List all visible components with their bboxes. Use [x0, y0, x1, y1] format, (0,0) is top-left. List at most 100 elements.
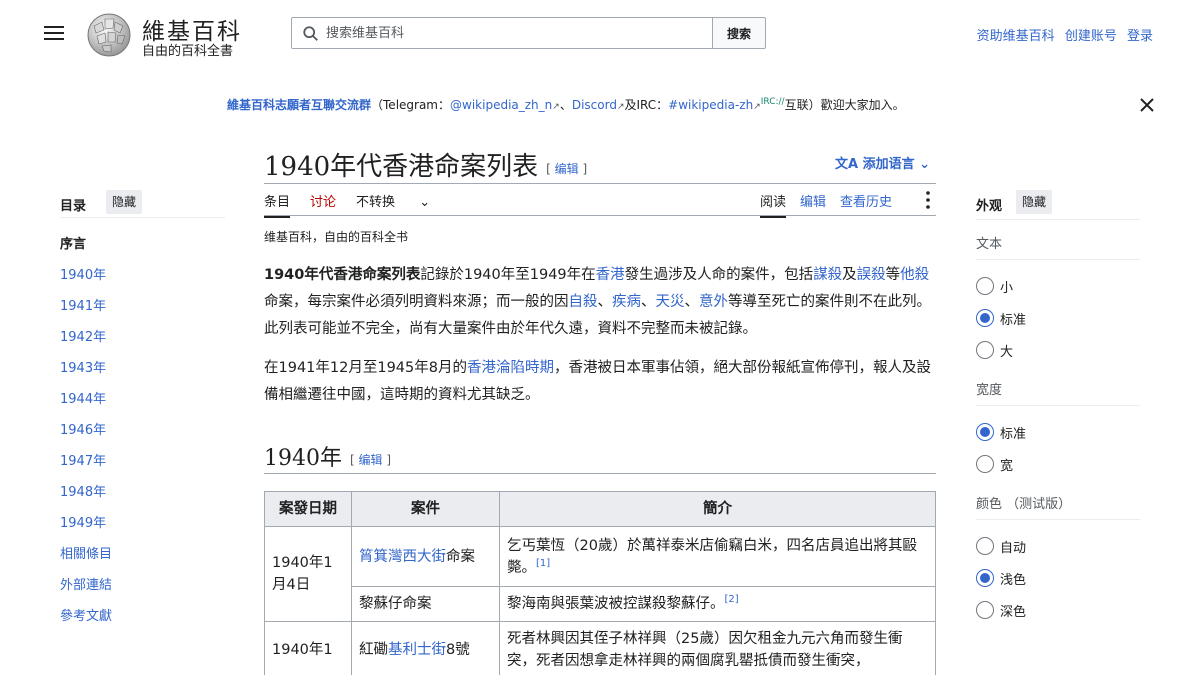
- toc-item[interactable]: 相關條目: [60, 539, 225, 570]
- article-link[interactable]: 香港: [596, 267, 625, 283]
- text: 命案，每宗案件必須列明資料來源；而一般的因: [264, 294, 569, 310]
- article-link[interactable]: 疾病: [612, 294, 641, 310]
- option-label: 标准: [1000, 312, 1027, 328]
- tab-edit[interactable]: 编辑: [800, 191, 826, 216]
- section-heading: 1940年 [ 编辑 ]: [264, 440, 391, 472]
- color-light-option[interactable]: 浅色: [976, 562, 1140, 594]
- toc-item[interactable]: 1947年: [60, 446, 225, 477]
- section-title: 1940年: [264, 446, 342, 471]
- option-label: 深色: [1000, 604, 1027, 620]
- radio-button[interactable]: [976, 277, 994, 295]
- toc-item[interactable]: 1946年: [60, 415, 225, 446]
- column-header[interactable]: 案件: [351, 491, 500, 527]
- reference-link[interactable]: [2]: [725, 594, 739, 605]
- more-options-icon[interactable]: [920, 190, 936, 210]
- color-dark-option[interactable]: 深色: [976, 594, 1140, 626]
- toc-item[interactable]: 1940年: [60, 260, 225, 291]
- radio-button[interactable]: [976, 601, 994, 619]
- variant-dropdown[interactable]: 不转换 ⌄: [356, 191, 450, 222]
- text-size-standard-option[interactable]: 标准: [976, 302, 1140, 334]
- namespace-tabs: 条目 讨论 不转换 ⌄: [264, 191, 470, 222]
- banner-text: （Telegram：: [371, 98, 451, 112]
- radio-button[interactable]: [976, 537, 994, 555]
- toc-list: 序言 1940年 1941年 1942年 1943年 1944年 1946年 1…: [60, 229, 225, 632]
- banner-text: 互联）歡迎大家加入。: [784, 98, 905, 112]
- search-button[interactable]: 搜索: [713, 17, 766, 49]
- wikipedia-globe-icon: [87, 13, 131, 57]
- divider: [264, 215, 936, 216]
- external-link-icon: ↗: [552, 102, 560, 112]
- reference-link[interactable]: [1]: [536, 558, 550, 569]
- radio-button-selected[interactable]: [976, 569, 994, 587]
- login-link[interactable]: 登录: [1127, 29, 1153, 44]
- edit-link[interactable]: 编辑: [359, 453, 383, 467]
- column-header[interactable]: 簡介: [499, 491, 936, 527]
- radio-button[interactable]: [976, 455, 994, 473]
- toc-item[interactable]: 1941年: [60, 291, 225, 322]
- option-label: 标准: [1000, 426, 1027, 442]
- table-header-row: 案發日期 案件 簡介: [264, 491, 936, 527]
- create-account-link[interactable]: 创建账号: [1065, 29, 1117, 44]
- article-link[interactable]: 謀殺: [813, 267, 842, 283]
- article-link[interactable]: 基利士街: [388, 642, 446, 658]
- text: 乞丐葉恆（20歲）於萬祥泰米店偷竊白米，四名店員追出將其毆斃。: [507, 537, 917, 576]
- article-link[interactable]: 天災: [656, 294, 685, 310]
- translate-icon: 文A: [835, 157, 859, 172]
- case-date: 1940年1: [264, 621, 352, 675]
- option-label: 宽: [1000, 458, 1014, 474]
- close-icon[interactable]: [1138, 96, 1156, 114]
- radio-button-selected[interactable]: [976, 423, 994, 441]
- donate-link[interactable]: 资助维基百科: [977, 29, 1055, 44]
- sitenotice-banner: 維基百科志願者互聯交流群（Telegram：@wikipedia_zh_n↗、D…: [227, 96, 905, 113]
- user-links: 资助维基百科 创建账号 登录: [971, 25, 1153, 44]
- toc-item[interactable]: 1943年: [60, 353, 225, 384]
- add-languages-button[interactable]: 文A 添加语言 ⌄: [835, 153, 930, 172]
- text-size-small-option[interactable]: 小: [976, 270, 1140, 302]
- tab-read[interactable]: 阅读: [760, 191, 787, 218]
- case-name: 筲箕灣西大街命案: [351, 526, 500, 587]
- site-logo[interactable]: 維基百科 自由的百科全書: [84, 10, 254, 59]
- article-link[interactable]: 誤殺: [857, 267, 886, 283]
- tab-article[interactable]: 条目: [264, 191, 291, 218]
- article-link[interactable]: 意外: [699, 294, 728, 310]
- width-wide-option[interactable]: 宽: [976, 448, 1140, 480]
- radio-button[interactable]: [976, 341, 994, 359]
- toc-item[interactable]: 1949年: [60, 508, 225, 539]
- column-header[interactable]: 案發日期: [264, 491, 352, 527]
- article-link[interactable]: 他殺: [900, 267, 929, 283]
- radio-button-selected[interactable]: [976, 309, 994, 327]
- color-auto-option[interactable]: 自动: [976, 530, 1140, 562]
- chevron-down-icon: ⌄: [419, 195, 431, 210]
- tab-talk[interactable]: 讨论: [310, 191, 336, 216]
- telegram-link[interactable]: @wikipedia_zh_n: [450, 98, 552, 112]
- divider: [264, 473, 936, 474]
- toc-item[interactable]: 1942年: [60, 322, 225, 353]
- banner-separator: 、: [559, 98, 572, 112]
- toc-item[interactable]: 外部連結: [60, 570, 225, 601]
- text: 記錄於1940年至1949年在: [420, 267, 596, 283]
- width-standard-option[interactable]: 标准: [976, 416, 1140, 448]
- toc-item[interactable]: 1944年: [60, 384, 225, 415]
- toc-hide-button[interactable]: 隐藏: [106, 190, 143, 214]
- text-size-large-option[interactable]: 大: [976, 334, 1140, 366]
- edit-link[interactable]: 编辑: [555, 162, 579, 176]
- text: 等: [885, 267, 901, 283]
- appearance-hide-button[interactable]: 隐藏: [1016, 190, 1053, 214]
- community-group-link[interactable]: 維基百科志願者互聯交流群: [227, 98, 371, 112]
- article-link[interactable]: 自殺: [569, 294, 598, 310]
- toc-item[interactable]: 參考文獻: [60, 601, 225, 632]
- title-edit: [ 编辑 ]: [546, 161, 588, 176]
- toc-item[interactable]: 序言: [60, 229, 225, 260]
- discord-link[interactable]: Discord: [572, 98, 617, 112]
- article-link[interactable]: 筲箕灣西大街: [359, 549, 446, 565]
- search-form: 搜索: [291, 17, 766, 49]
- toc-item[interactable]: 1948年: [60, 477, 225, 508]
- article-link[interactable]: 香港淪陷時期: [467, 360, 554, 376]
- search-input[interactable]: [326, 18, 706, 48]
- text: 、: [684, 294, 700, 310]
- tab-history[interactable]: 查看历史: [840, 191, 892, 216]
- page-title: 1940年代香港命案列表 [ 编辑 ]: [264, 146, 587, 183]
- appearance-title: 外观: [976, 199, 1003, 214]
- irc-link[interactable]: #wikipedia-zh: [668, 98, 753, 112]
- main-menu-button[interactable]: [42, 22, 66, 44]
